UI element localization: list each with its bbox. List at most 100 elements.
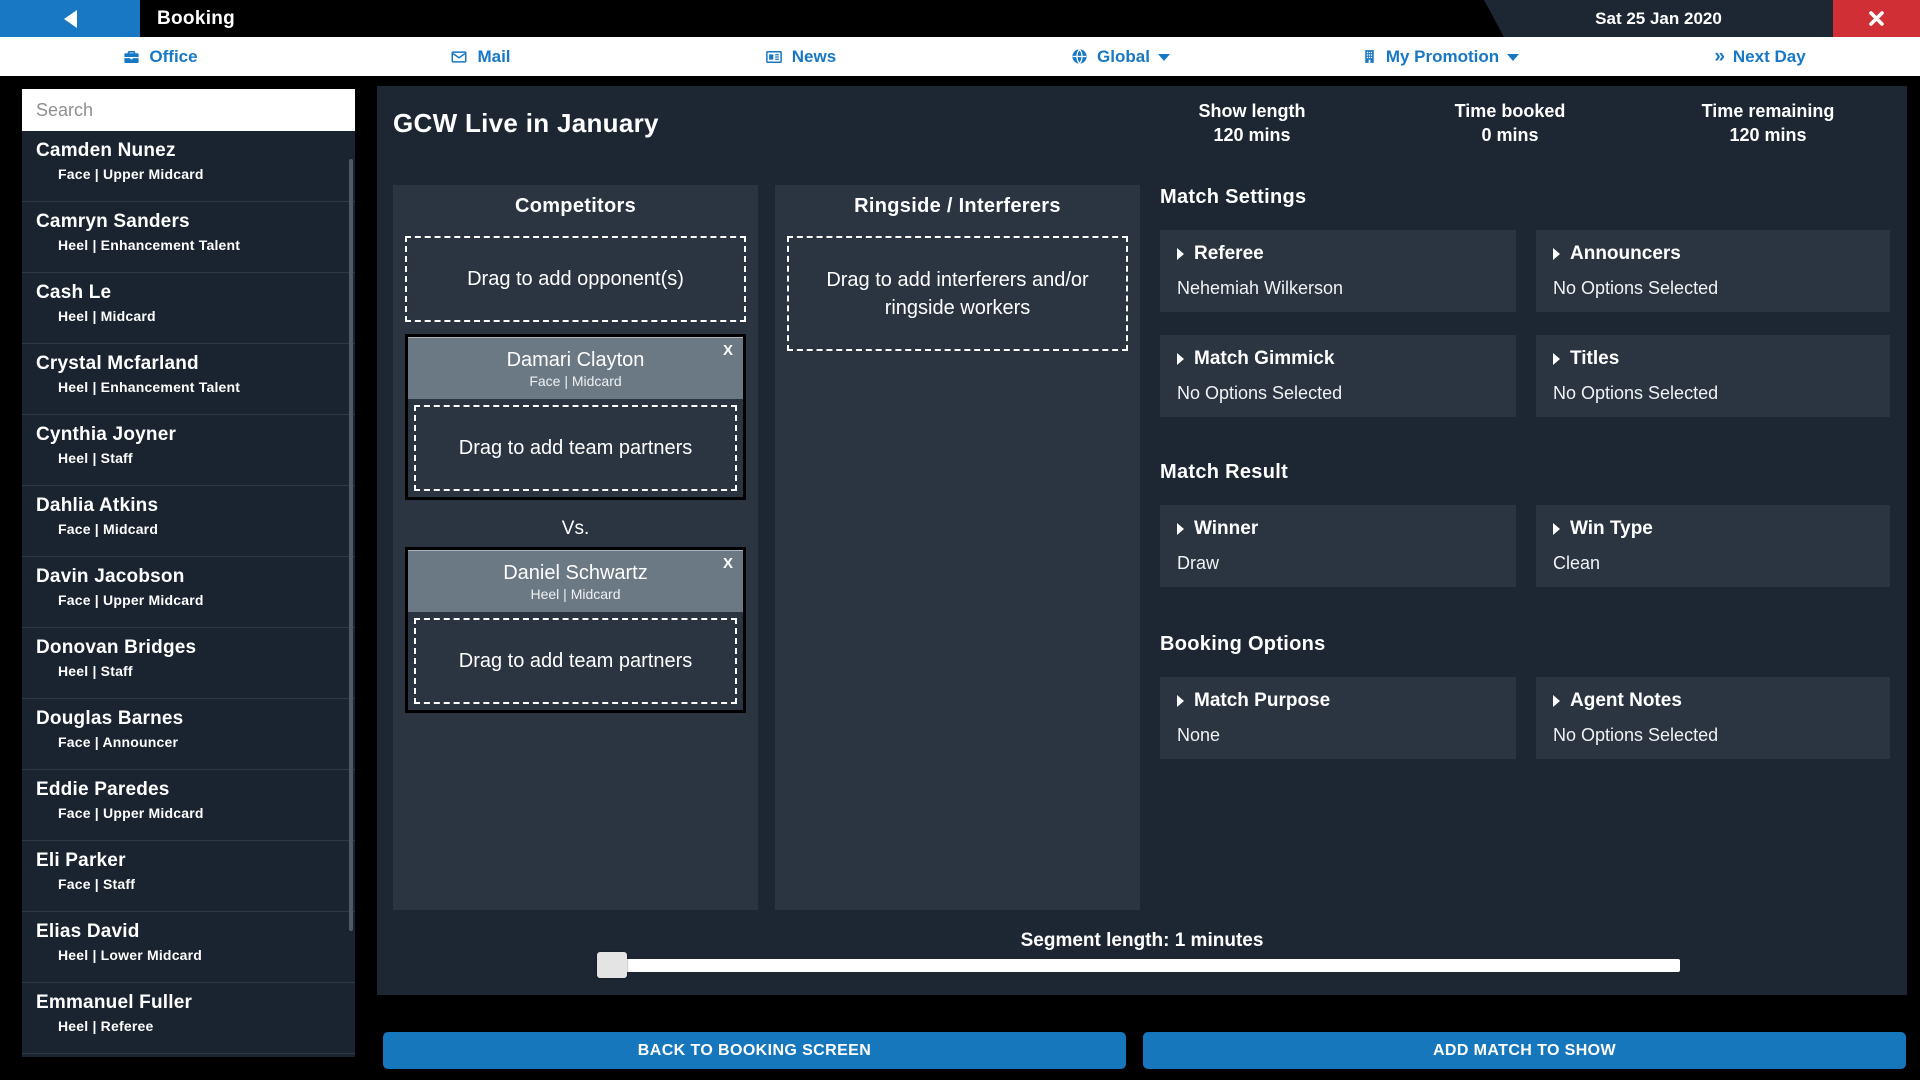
- setting-value: No Options Selected: [1553, 725, 1873, 746]
- wrestler-name: Douglas Barnes: [36, 708, 355, 730]
- wrestler-name: Eli Parker: [36, 850, 355, 872]
- setting-card[interactable]: Match Purpose None: [1160, 677, 1516, 759]
- competitor-card[interactable]: Damari Clayton Face | Midcard X: [408, 337, 743, 399]
- roster-item[interactable]: Davin Jacobson Face | Upper Midcard: [22, 557, 355, 628]
- drop-hint: Drag to add team partners: [459, 647, 692, 675]
- back-button[interactable]: [0, 0, 140, 37]
- news-icon: [764, 48, 784, 66]
- roster-item[interactable]: Douglas Barnes Face | Announcer: [22, 699, 355, 770]
- remove-competitor-button[interactable]: X: [723, 342, 733, 359]
- wrestler-role: Face | Upper Midcard: [58, 592, 355, 608]
- back-to-booking-button[interactable]: BACK TO BOOKING SCREEN: [383, 1032, 1126, 1069]
- competitor-card[interactable]: Daniel Schwartz Heel | Midcard X: [408, 550, 743, 612]
- titlebar: Booking Sat 25 Jan 2020: [0, 0, 1920, 37]
- triangle-right-icon: [1553, 695, 1560, 707]
- wrestler-role: Heel | Enhancement Talent: [58, 379, 355, 395]
- drop-hint: Drag to add interferers and/or ringside …: [807, 266, 1108, 322]
- wrestler-role: Face | Midcard: [58, 521, 355, 537]
- triangle-right-icon: [1177, 353, 1184, 365]
- section-heading: Match Result: [1160, 460, 1890, 484]
- booking-panel: GCW Live in January Show length 120 mins…: [377, 86, 1907, 995]
- setting-label-row: Match Purpose: [1177, 690, 1499, 712]
- wrestler-name: Dahlia Atkins: [36, 495, 355, 517]
- stat-time-booked: Time booked 0 mins: [1381, 99, 1639, 147]
- setting-card[interactable]: Win Type Clean: [1536, 505, 1890, 587]
- partner-drop-zone[interactable]: Drag to add team partners: [414, 618, 737, 704]
- current-date: Sat 25 Jan 2020: [1484, 0, 1833, 37]
- wrestler-role: Heel | Staff: [58, 663, 355, 679]
- setting-label: Referee: [1194, 243, 1264, 265]
- stat-value: 120 mins: [1639, 123, 1897, 147]
- triangle-right-icon: [1553, 353, 1560, 365]
- nav-item-my-promotion[interactable]: My Promotion: [1280, 37, 1600, 76]
- roster-item[interactable]: Cash Le Heel | Midcard: [22, 273, 355, 344]
- close-icon: [1869, 11, 1884, 26]
- setting-value: Draw: [1177, 553, 1499, 574]
- setting-value: No Options Selected: [1553, 278, 1873, 299]
- roster-sidebar: Camden Nunez Face | Upper Midcard Camryn…: [22, 89, 355, 1057]
- roster-item[interactable]: Eli Parker Face | Staff: [22, 841, 355, 912]
- search-input[interactable]: [22, 89, 355, 131]
- roster-item[interactable]: Camden Nunez Face | Upper Midcard: [22, 131, 355, 202]
- setting-card[interactable]: Announcers No Options Selected: [1536, 230, 1890, 312]
- nav-item-global[interactable]: Global: [960, 37, 1280, 76]
- nav-item-mail[interactable]: Mail: [320, 37, 640, 76]
- nav-label: News: [792, 47, 836, 67]
- team-block: Damari Clayton Face | Midcard X Drag to …: [405, 334, 746, 500]
- nav-item-next-day[interactable]: » Next Day: [1600, 37, 1920, 76]
- show-header: GCW Live in January Show length 120 mins…: [377, 86, 1907, 154]
- stat-time-remaining: Time remaining 120 mins: [1639, 99, 1897, 147]
- competitor-name: Damari Clayton: [507, 348, 645, 372]
- setting-value: No Options Selected: [1177, 383, 1499, 404]
- setting-card[interactable]: Match Gimmick No Options Selected: [1160, 335, 1516, 417]
- slider-thumb[interactable]: [597, 952, 627, 978]
- wrestler-name: Elias David: [36, 921, 355, 943]
- wrestler-name: Davin Jacobson: [36, 566, 355, 588]
- remove-competitor-button[interactable]: X: [723, 555, 733, 572]
- partner-drop-zone[interactable]: Drag to add team partners: [414, 405, 737, 491]
- roster-item[interactable]: Cynthia Joyner Heel | Staff: [22, 415, 355, 486]
- section-heading: Match Settings: [1160, 185, 1890, 209]
- setting-card[interactable]: Winner Draw: [1160, 505, 1516, 587]
- wrestler-role: Face | Upper Midcard: [58, 805, 355, 821]
- roster-scrollbar[interactable]: [349, 159, 353, 931]
- roster-item[interactable]: Crystal Mcfarland Heel | Enhancement Tal…: [22, 344, 355, 415]
- back-arrow-icon: [64, 10, 77, 28]
- chevron-down-icon: [1507, 54, 1519, 61]
- roster-item[interactable]: Elias David Heel | Lower Midcard: [22, 912, 355, 983]
- roster-item[interactable]: Eddie Paredes Face | Upper Midcard: [22, 770, 355, 841]
- stat-label: Time remaining: [1639, 99, 1897, 123]
- roster-item[interactable]: Camryn Sanders Heel | Enhancement Talent: [22, 202, 355, 273]
- close-button[interactable]: [1833, 0, 1920, 37]
- ringside-drop-zone[interactable]: Drag to add interferers and/or ringside …: [787, 236, 1128, 351]
- stat-label: Time booked: [1381, 99, 1639, 123]
- segment-length-label: Segment length: 1 minutes: [377, 930, 1907, 952]
- wrestler-name: Crystal Mcfarland: [36, 353, 355, 375]
- setting-label-row: Titles: [1553, 348, 1873, 370]
- setting-card[interactable]: Agent Notes No Options Selected: [1536, 677, 1890, 759]
- nav-label: Global: [1097, 47, 1150, 67]
- setting-label: Announcers: [1570, 243, 1681, 265]
- setting-card[interactable]: Titles No Options Selected: [1536, 335, 1890, 417]
- nav-label: My Promotion: [1386, 47, 1499, 67]
- stat-value: 0 mins: [1381, 123, 1639, 147]
- setting-value: No Options Selected: [1553, 383, 1873, 404]
- segment-length-slider[interactable]: [600, 952, 1680, 978]
- roster-item[interactable]: Emmanuel Fuller Heel | Referee: [22, 983, 355, 1054]
- booking-screen: Booking Sat 25 Jan 2020 Office Mail News…: [0, 0, 1920, 1080]
- setting-label-row: Match Gimmick: [1177, 348, 1499, 370]
- slider-track[interactable]: [600, 959, 1680, 972]
- wrestler-role: Face | Staff: [58, 876, 355, 892]
- setting-label-row: Winner: [1177, 518, 1499, 540]
- wrestler-role: Heel | Lower Midcard: [58, 947, 355, 963]
- wrestler-role: Heel | Referee: [58, 1018, 355, 1034]
- setting-card[interactable]: Referee Nehemiah Wilkerson: [1160, 230, 1516, 312]
- nav-item-news[interactable]: News: [640, 37, 960, 76]
- competitor-name: Daniel Schwartz: [503, 561, 648, 585]
- roster-item[interactable]: Donovan Bridges Heel | Staff: [22, 628, 355, 699]
- roster-item[interactable]: Dahlia Atkins Face | Midcard: [22, 486, 355, 557]
- nav-item-office[interactable]: Office: [0, 37, 320, 76]
- add-match-to-show-button[interactable]: ADD MATCH TO SHOW: [1143, 1032, 1906, 1069]
- opponent-drop-zone[interactable]: Drag to add opponent(s): [405, 236, 746, 322]
- drop-hint: Drag to add team partners: [459, 434, 692, 462]
